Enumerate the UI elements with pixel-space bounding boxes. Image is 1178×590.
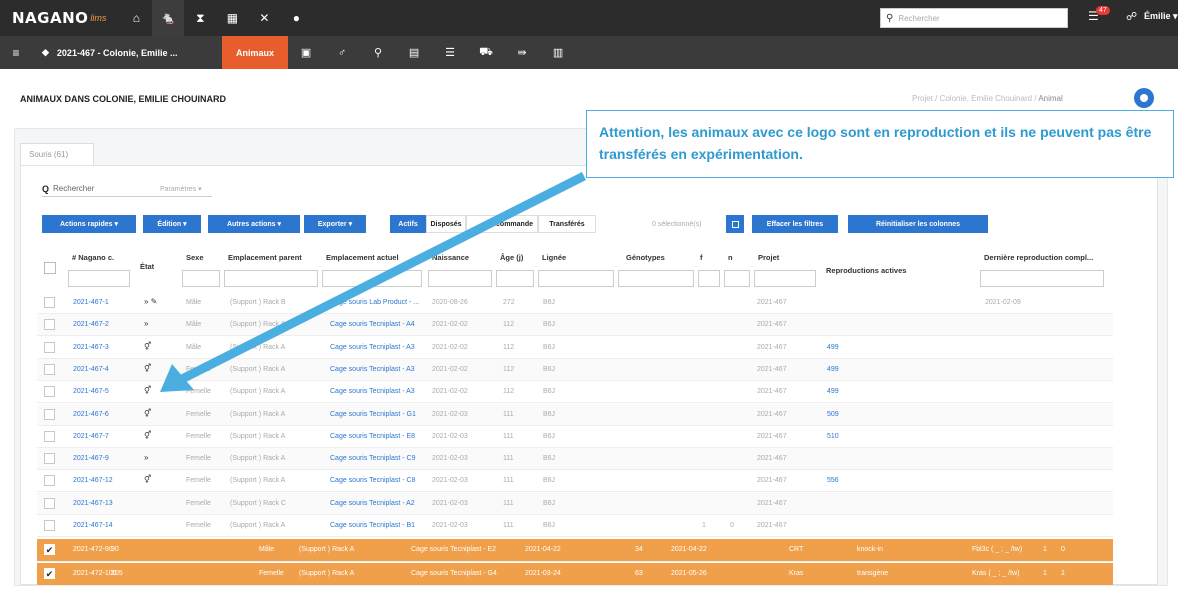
arrow-shaft [177, 171, 587, 385]
annotation-arrow [160, 171, 587, 392]
